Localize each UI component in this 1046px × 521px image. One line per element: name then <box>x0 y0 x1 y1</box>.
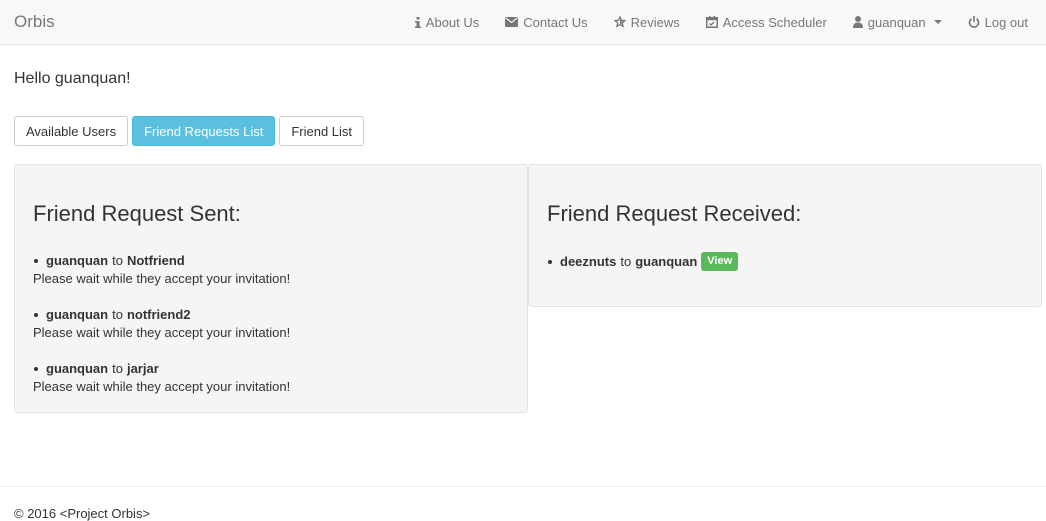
request-status-note: Please wait while they accept your invit… <box>33 325 291 340</box>
request-sender: guanquan <box>46 253 109 268</box>
tab-group: Available Users Friend Requests List Fri… <box>14 116 365 146</box>
request-sender: guanquan <box>46 307 109 322</box>
list-item: deeznuts to guanquan View <box>547 252 739 271</box>
nav-access-scheduler-label: Access Scheduler <box>722 14 827 30</box>
info-icon <box>414 16 421 28</box>
list-item: guanquan to jarjar Please wait while the… <box>33 360 290 396</box>
request-sender: guanquan <box>46 361 109 376</box>
footer-divider <box>0 486 1046 487</box>
list-item: guanquan to Notfriend Please wait while … <box>33 252 290 288</box>
sent-requests-list: guanquan to Notfriend Please wait while … <box>33 252 290 414</box>
chevron-down-icon <box>933 20 942 24</box>
nav-reviews[interactable]: Reviews <box>601 0 693 44</box>
nav-about-us[interactable]: About Us <box>402 0 492 44</box>
tab-friend-requests-list[interactable]: Friend Requests List <box>132 116 276 146</box>
received-requests-title: Friend Request Received: <box>547 201 802 226</box>
request-connector: to <box>112 253 123 268</box>
request-connector: to <box>620 253 632 269</box>
envelope-icon <box>505 17 519 27</box>
view-request-button[interactable]: View <box>701 252 739 271</box>
nav-access-scheduler[interactable]: Access Scheduler <box>693 0 840 44</box>
received-requests-panel: Friend Request Received: deeznuts to gua… <box>528 164 1042 307</box>
nav-reviews-label: Reviews <box>630 14 680 30</box>
nav-user-dropdown[interactable]: guanquan <box>840 0 955 44</box>
nav-contact-us-label: Contact Us <box>523 14 588 30</box>
navbar: Orbis About Us Contact Us Reviews Access… <box>0 0 1046 45</box>
nav-contact-us[interactable]: Contact Us <box>492 0 600 44</box>
request-recipient: notfriend2 <box>126 307 191 322</box>
nav-log-out-label: Log out <box>984 14 1028 30</box>
calendar-icon <box>705 16 718 28</box>
request-sender: deeznuts <box>560 253 617 269</box>
bullet-icon <box>34 259 38 263</box>
request-status-note: Please wait while they accept your invit… <box>33 379 291 394</box>
nav-log-out[interactable]: Log out <box>955 0 1046 44</box>
list-item: guanquan to notfriend2 Please wait while… <box>33 306 290 342</box>
request-connector: to <box>112 307 123 322</box>
received-requests-list: deeznuts to guanquan View <box>547 252 739 289</box>
nav-username-label: guanquan <box>867 14 926 30</box>
nav-menu: About Us Contact Us Reviews Access Sched… <box>402 0 1046 44</box>
request-connector: to <box>112 361 123 376</box>
sent-requests-panel: Friend Request Sent: guanquan to Notfrie… <box>14 164 528 413</box>
bullet-icon <box>34 313 38 317</box>
sent-requests-title: Friend Request Sent: <box>33 201 241 226</box>
request-status-note: Please wait while they accept your invit… <box>33 271 291 286</box>
request-recipient: jarjar <box>126 361 159 376</box>
user-icon <box>852 16 863 28</box>
brand-logo[interactable]: Orbis <box>14 12 55 32</box>
request-recipient: guanquan <box>635 253 698 269</box>
bullet-icon <box>548 259 552 264</box>
bullet-icon <box>34 367 38 371</box>
star-icon <box>613 16 626 28</box>
request-recipient: Notfriend <box>126 253 185 268</box>
greeting-text: Hello guanquan! <box>14 70 131 87</box>
footer-copyright: © 2016 <Project Orbis> <box>14 506 151 521</box>
power-icon <box>968 16 980 28</box>
tab-friend-list[interactable]: Friend List <box>279 116 365 146</box>
tab-available-users[interactable]: Available Users <box>14 116 129 146</box>
nav-about-us-label: About Us <box>425 14 480 30</box>
